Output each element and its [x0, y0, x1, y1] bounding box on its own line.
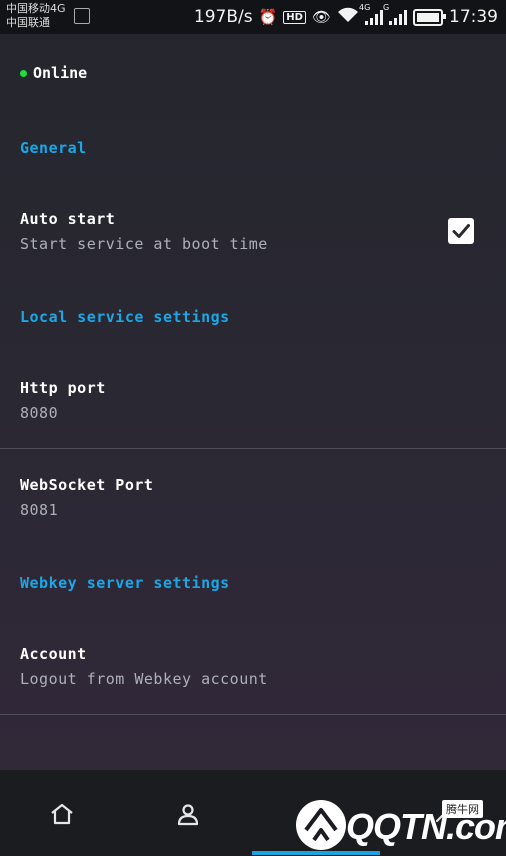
wifi-icon — [337, 7, 359, 27]
pref-summary: Logout from Webkey account — [20, 670, 268, 688]
nav-home[interactable] — [42, 794, 82, 834]
watermark-emblem — [296, 800, 346, 850]
pref-title: Http port — [20, 379, 106, 397]
eye-icon: 👁 — [311, 8, 331, 26]
battery-icon — [413, 8, 446, 26]
carrier-secondary: 中国联通 — [6, 16, 50, 29]
system-status-bar: 中国移动4G 中国联通 197B/s ⏰ HD 👁 4G G 17:39 — [0, 0, 506, 34]
clock: 17:39 — [449, 7, 498, 27]
carrier-info: 中国移动4G 中国联通 — [6, 2, 66, 30]
home-icon — [51, 803, 73, 825]
signal-4g-icon: 4G — [359, 3, 383, 25]
pref-account[interactable]: Account Logout from Webkey account — [20, 645, 268, 688]
watermark-badge: 腾牛网 — [442, 800, 483, 818]
section-header-local-service: Local service settings — [20, 308, 230, 326]
service-status: Online — [20, 64, 87, 82]
pref-title: Account — [20, 645, 87, 663]
network-speed: 197B/s — [193, 7, 253, 27]
pref-http-port[interactable]: Http port 8080 — [20, 379, 106, 422]
status-text: Online — [33, 64, 88, 82]
pref-value: 8080 — [20, 404, 59, 422]
hd-icon: HD — [283, 10, 306, 24]
notification-image-icon — [74, 8, 90, 24]
status-dot-icon — [20, 69, 27, 77]
watermark-logo: QQTN.com 腾牛网 — [296, 794, 506, 852]
section-header-general: General — [20, 139, 87, 157]
pref-websocket-port[interactable]: WebSocket Port 8081 — [20, 476, 153, 519]
auto-start-checkbox[interactable] — [448, 218, 474, 244]
pref-title: WebSocket Port — [20, 476, 154, 494]
alarm-icon: ⏰ — [258, 8, 278, 26]
person-icon — [177, 804, 199, 826]
pref-value: 8081 — [20, 501, 59, 519]
pref-summary: Start service at boot time — [20, 235, 268, 253]
nav-profile[interactable] — [168, 794, 208, 834]
pref-title: Auto start — [20, 210, 116, 228]
divider — [0, 714, 506, 715]
section-header-webkey-server: Webkey server settings — [20, 574, 230, 592]
pref-auto-start[interactable]: Auto start Start service at boot time — [20, 210, 268, 253]
carrier-primary: 中国移动4G — [6, 2, 66, 15]
signal-g-icon: G — [383, 3, 407, 25]
status-indicators: 197B/s ⏰ HD 👁 4G G 17:39 — [194, 0, 498, 34]
divider — [0, 448, 506, 449]
